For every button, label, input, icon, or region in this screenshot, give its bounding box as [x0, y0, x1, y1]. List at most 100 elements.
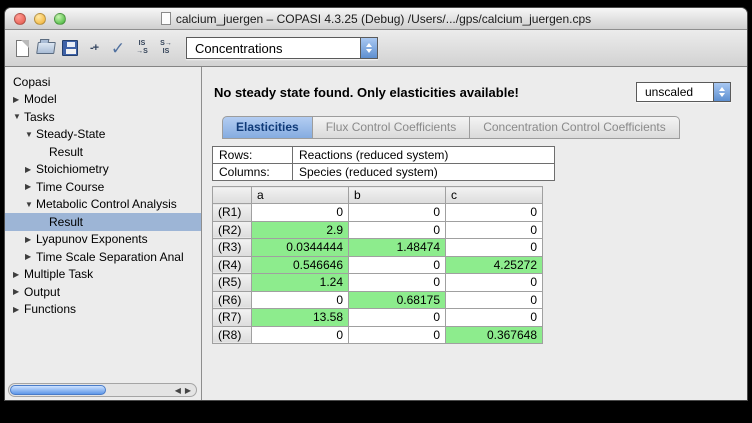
titlebar[interactable]: calcium_juergen – COPASI 4.3.25 (Debug) …	[5, 8, 747, 30]
combobox-stepper-icon[interactable]	[360, 38, 377, 58]
scroll-right-icon[interactable]: ▶	[185, 385, 191, 396]
value-cell[interactable]: 0	[446, 239, 543, 257]
sidebar-item-result[interactable]: Result	[5, 143, 201, 161]
sidebar-item-label: Multiple Task	[24, 267, 93, 281]
axes-info-table: Rows:Reactions (reduced system)Columns:S…	[212, 146, 555, 181]
sidebar-item-multiple-task[interactable]: ▶Multiple Task	[5, 266, 201, 284]
value-cell[interactable]: 0	[349, 256, 446, 274]
sidebar-item-copasi[interactable]: Copasi	[5, 73, 201, 91]
tab-flux-control-coefficients[interactable]: Flux Control Coefficients	[313, 116, 471, 139]
value-cell[interactable]: 0	[349, 204, 446, 222]
sidebar-item-output[interactable]: ▶Output	[5, 283, 201, 301]
toolbar-icons: -+ ✓ IS →SS→ IS	[10, 34, 178, 62]
is-to-s-icon[interactable]: IS →S	[130, 34, 154, 62]
expand-arrow-icon[interactable]: ▶	[25, 252, 36, 261]
check-model-icon[interactable]: ✓	[106, 34, 130, 62]
sidebar-item-stoichiometry[interactable]: ▶Stoichiometry	[5, 161, 201, 179]
sidebar-item-time-scale-separation-anal[interactable]: ▶Time Scale Separation Anal	[5, 248, 201, 266]
table-row: (R4)0.54664604.25272	[213, 256, 543, 274]
value-cell[interactable]: 0	[252, 204, 349, 222]
scale-combobox[interactable]: unscaled	[636, 82, 731, 102]
expand-arrow-icon[interactable]: ▶	[13, 287, 24, 296]
row-header-r2[interactable]: (R2)	[213, 221, 252, 239]
row-header-r5[interactable]: (R5)	[213, 274, 252, 292]
value-cell[interactable]: 0	[349, 309, 446, 327]
sidebar-item-model[interactable]: ▶Model	[5, 91, 201, 109]
sidebar-item-functions[interactable]: ▶Functions	[5, 301, 201, 319]
check-model-icon: ✓	[111, 40, 125, 57]
scroll-left-icon[interactable]: ◀	[175, 385, 181, 396]
sidebar-item-tasks[interactable]: ▼Tasks	[5, 108, 201, 126]
tab-concentration-control-coefficients[interactable]: Concentration Control Coefficients	[470, 116, 680, 139]
collapse-arrow-icon[interactable]: ▼	[13, 112, 24, 121]
collapse-arrow-icon[interactable]: ▼	[25, 200, 36, 209]
scrollbar-thumb[interactable]	[10, 385, 106, 395]
value-cell[interactable]: 0	[349, 326, 446, 344]
elasticities-table: abc(R1)000(R2)2.900(R3)0.03444441.484740…	[212, 186, 543, 344]
row-header-r1[interactable]: (R1)	[213, 204, 252, 222]
sidebar-horizontal-scrollbar[interactable]: ◀▶	[8, 383, 197, 397]
collapse-arrow-icon[interactable]: ▼	[25, 130, 36, 139]
value-cell[interactable]: 1.48474	[349, 239, 446, 257]
sidebar-item-lyapunov-exponents[interactable]: ▶Lyapunov Exponents	[5, 231, 201, 249]
info-row: Columns:Species (reduced system)	[213, 164, 555, 181]
scrollbar-arrows: ◀▶	[175, 385, 191, 396]
save-file-icon[interactable]	[58, 34, 82, 62]
table-row: (R7)13.5800	[213, 309, 543, 327]
tree-items: Copasi▶Model▼Tasks▼Steady-StateResult▶St…	[5, 73, 201, 318]
expand-arrow-icon[interactable]: ▶	[25, 235, 36, 244]
value-cell[interactable]: 0	[446, 204, 543, 222]
combobox-stepper-icon[interactable]	[713, 83, 730, 101]
row-header-r8[interactable]: (R8)	[213, 326, 252, 344]
info-row: Rows:Reactions (reduced system)	[213, 147, 555, 164]
column-header-b[interactable]: b	[349, 187, 446, 204]
value-cell[interactable]: 2.9	[252, 221, 349, 239]
value-cell[interactable]: 0	[446, 274, 543, 292]
value-cell[interactable]: 13.58	[252, 309, 349, 327]
toolbar: -+ ✓ IS →SS→ IS Concentrations	[5, 30, 747, 67]
expand-arrow-icon[interactable]: ▶	[25, 182, 36, 191]
row-header-r3[interactable]: (R3)	[213, 239, 252, 257]
s-to-is-icon[interactable]: S→ IS	[154, 34, 178, 62]
sidebar-item-metabolic-control-analysis[interactable]: ▼Metabolic Control Analysis	[5, 196, 201, 214]
value-cell[interactable]: 4.25272	[446, 256, 543, 274]
column-header-c[interactable]: c	[446, 187, 543, 204]
value-cell[interactable]: 0.546646	[252, 256, 349, 274]
task-combobox[interactable]: Concentrations	[186, 37, 378, 59]
value-cell[interactable]: 0.367648	[446, 326, 543, 344]
value-cell[interactable]: 0	[252, 291, 349, 309]
value-cell[interactable]: 0	[349, 221, 446, 239]
sidebar-item-time-course[interactable]: ▶Time Course	[5, 178, 201, 196]
app-window: calcium_juergen – COPASI 4.3.25 (Debug) …	[4, 7, 748, 401]
scale-combobox-value: unscaled	[637, 83, 713, 101]
tab-elasticities[interactable]: Elasticities	[222, 116, 313, 139]
sidebar-item-label: Steady-State	[36, 127, 105, 141]
value-cell[interactable]: 0	[446, 291, 543, 309]
row-header-r4[interactable]: (R4)	[213, 256, 252, 274]
sidebar-item-result[interactable]: Result	[5, 213, 201, 231]
expand-arrow-icon[interactable]: ▶	[13, 95, 24, 104]
open-file-icon[interactable]	[34, 34, 58, 62]
status-message: No steady state found. Only elasticities…	[214, 85, 519, 100]
expand-arrow-icon[interactable]: ▶	[25, 165, 36, 174]
sidebar-item-label: Lyapunov Exponents	[36, 232, 148, 246]
corner-header-cell[interactable]	[213, 187, 252, 204]
value-cell[interactable]: 0.0344444	[252, 239, 349, 257]
value-cell[interactable]: 0	[446, 221, 543, 239]
column-header-a[interactable]: a	[252, 187, 349, 204]
info-value: Species (reduced system)	[293, 164, 555, 181]
value-cell[interactable]: 0	[252, 326, 349, 344]
value-cell[interactable]: 0	[446, 309, 543, 327]
row-header-r7[interactable]: (R7)	[213, 309, 252, 327]
value-cell[interactable]: 1.24	[252, 274, 349, 292]
new-file-icon[interactable]	[10, 34, 34, 62]
sidebar-item-label: Result	[49, 215, 83, 229]
expand-arrow-icon[interactable]: ▶	[13, 270, 24, 279]
sidebar-item-steady-state[interactable]: ▼Steady-State	[5, 126, 201, 144]
expand-arrow-icon[interactable]: ▶	[13, 305, 24, 314]
value-cell[interactable]: 0	[349, 274, 446, 292]
value-cell[interactable]: 0.68175	[349, 291, 446, 309]
content-area: Copasi▶Model▼Tasks▼Steady-StateResult▶St…	[5, 67, 747, 401]
slider-tool-icon[interactable]: -+	[82, 34, 106, 62]
row-header-r6[interactable]: (R6)	[213, 291, 252, 309]
